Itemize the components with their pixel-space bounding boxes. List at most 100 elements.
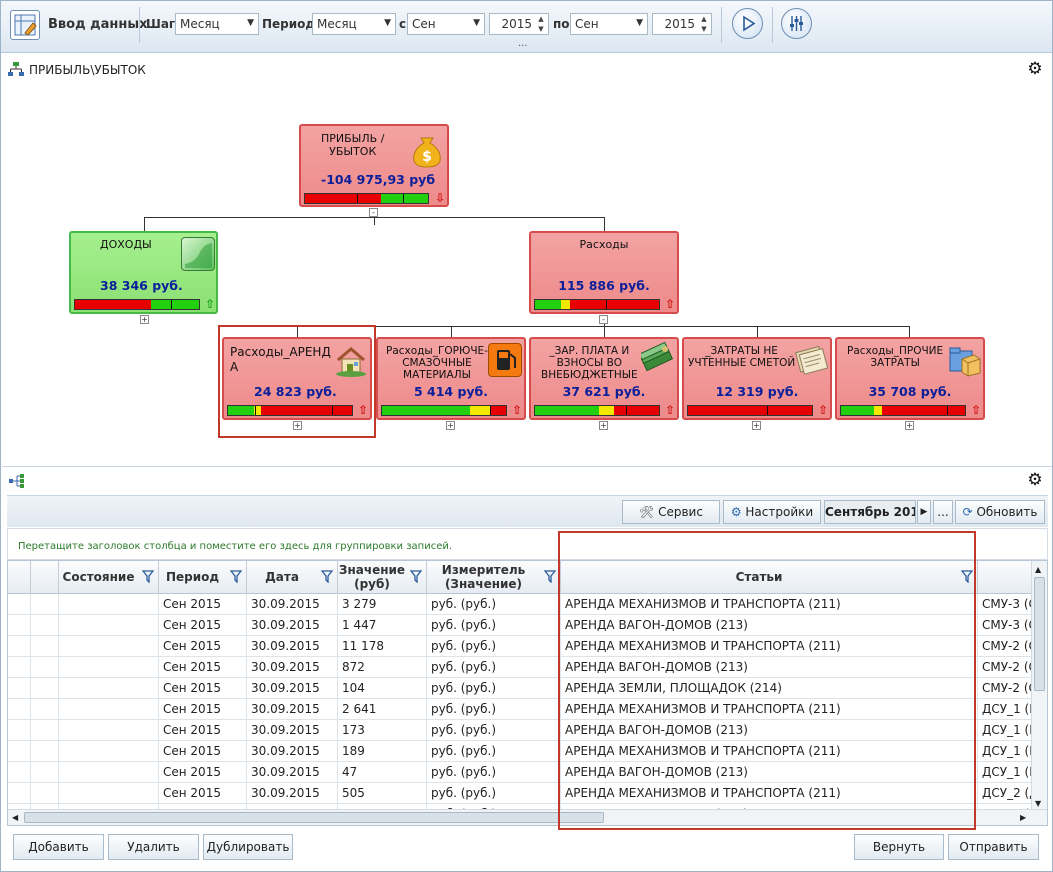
org-cell[interactable]: СМУ-2 (С — [978, 636, 1032, 657]
org-cell[interactable]: ДСУ_1 (И — [978, 699, 1032, 720]
step-select[interactable]: Месяц ▼ — [175, 13, 259, 35]
org-cell[interactable]: ДСУ_1 (И — [978, 720, 1032, 741]
article-cell[interactable]: АРЕНДА ВАГОН-ДОМОВ (213) — [561, 720, 978, 741]
value-cell[interactable]: 3 279 — [338, 594, 427, 615]
column-header-status[interactable]: Состояние — [59, 561, 159, 594]
unit-cell[interactable]: руб. (руб.) — [427, 657, 561, 678]
node-profit-loss[interactable]: ПРИБЫЛЬ / УБЫТОК $ -104 975,93 руб ⇩ — [299, 124, 449, 207]
to-year-spinner[interactable]: 2015 ▲ ▼ — [652, 13, 712, 35]
select-cell[interactable] — [31, 783, 59, 804]
value-cell[interactable]: 872 — [338, 657, 427, 678]
collapse-toggle[interactable]: - — [369, 208, 378, 217]
article-cell[interactable]: АРЕНДА МЕХАНИЗМОВ И ТРАНСПОРТА (211) — [561, 741, 978, 762]
row-indicator-cell[interactable] — [8, 678, 31, 699]
scroll-thumb[interactable] — [1034, 577, 1045, 691]
row-indicator-cell[interactable] — [8, 657, 31, 678]
panel-divider[interactable] — [2, 466, 1052, 467]
date-cell[interactable]: 30.09.2015 — [247, 678, 338, 699]
value-cell[interactable]: 189 — [338, 741, 427, 762]
table-row[interactable]: Сен 2015 30.09.2015 505 руб. (руб.) АРЕНДА М… — [8, 783, 1047, 804]
filter-icon[interactable] — [142, 570, 154, 583]
scroll-thumb[interactable] — [24, 812, 604, 823]
settings-button[interactable]: ⚙ Настройки — [723, 500, 821, 524]
period-cell[interactable]: Сен 2015 — [159, 657, 247, 678]
node-rent[interactable]: Расходы_АРЕНД А 24 823 руб. ⇧ — [222, 337, 372, 420]
column-header-period[interactable]: Период — [159, 561, 247, 594]
unit-cell[interactable]: руб. (руб.) — [427, 699, 561, 720]
data-entry-icon[interactable] — [10, 10, 40, 40]
delete-button[interactable]: Удалить — [108, 834, 199, 860]
date-cell[interactable]: 30.09.2015 — [247, 741, 338, 762]
tab-scroll-right[interactable]: ▶ — [917, 500, 931, 524]
table-row[interactable]: Сен 2015 30.09.2015 3 279 руб. (руб.) АРЕНДА… — [8, 594, 1047, 615]
table-row[interactable]: Сен 2015 30.09.2015 1 447 руб. (руб.) АРЕНДА… — [8, 615, 1047, 636]
org-cell[interactable]: СМУ-2 (С — [978, 678, 1032, 699]
column-header-value[interactable]: Значение (руб) — [338, 561, 427, 594]
expand-toggle[interactable]: + — [446, 421, 455, 430]
refresh-button[interactable]: ⟳ Обновить — [955, 500, 1045, 524]
filter-icon[interactable] — [961, 570, 973, 583]
from-year-spinner[interactable]: 2015 ▲ ▼ — [489, 13, 549, 35]
unit-cell[interactable]: руб. (руб.) — [427, 594, 561, 615]
select-cell[interactable] — [31, 741, 59, 762]
period-cell[interactable]: Сен 2015 — [159, 741, 247, 762]
node-other[interactable]: Расходы_ПРОЧИЕ ЗАТРАТЫ 35 708 руб. ⇧ — [835, 337, 985, 420]
spinner-arrows-icon[interactable]: ▲ ▼ — [535, 14, 547, 34]
collapse-toggle[interactable]: - — [599, 315, 608, 324]
row-indicator-cell[interactable] — [8, 741, 31, 762]
period-cell[interactable]: Сен 2015 — [159, 699, 247, 720]
status-cell[interactable] — [59, 615, 159, 636]
org-cell[interactable]: СМУ-3 (С — [978, 594, 1032, 615]
unit-cell[interactable]: руб. (руб.) — [427, 741, 561, 762]
expand-toggle[interactable]: + — [752, 421, 761, 430]
row-indicator-cell[interactable] — [8, 720, 31, 741]
period-select[interactable]: Месяц ▼ — [312, 13, 396, 35]
select-cell[interactable] — [31, 636, 59, 657]
status-cell[interactable] — [59, 720, 159, 741]
scroll-down-icon[interactable]: ▼ — [1035, 799, 1041, 808]
org-cell[interactable]: ДСУ_1 (И — [978, 741, 1032, 762]
status-cell[interactable] — [59, 594, 159, 615]
node-fuel[interactable]: Расходы_ГОРЮЧЕ- СМАЗОЧНЫЕ МАТЕРИАЛЫ 5 41… — [376, 337, 526, 420]
value-cell[interactable]: 505 — [338, 783, 427, 804]
select-cell[interactable] — [31, 594, 59, 615]
status-cell[interactable] — [59, 762, 159, 783]
play-button[interactable] — [732, 8, 763, 39]
select-column-header[interactable] — [31, 561, 59, 594]
filter-icon[interactable] — [410, 570, 422, 583]
select-cell[interactable] — [31, 699, 59, 720]
unit-cell[interactable]: руб. (руб.) — [427, 636, 561, 657]
vertical-scrollbar[interactable]: ▲ ▼ — [1031, 561, 1047, 811]
unit-cell[interactable]: руб. (руб.) — [427, 783, 561, 804]
more-button[interactable]: ... — [933, 500, 953, 524]
period-tab[interactable]: Сентябрь 2015 — [824, 500, 916, 524]
status-cell[interactable] — [59, 783, 159, 804]
filter-icon[interactable] — [230, 570, 242, 583]
column-header-org[interactable] — [978, 561, 1032, 594]
period-cell[interactable]: Сен 2015 — [159, 762, 247, 783]
gear-icon[interactable]: ⚙ — [1026, 60, 1044, 78]
scroll-up-icon[interactable]: ▲ — [1035, 565, 1041, 574]
unit-cell[interactable]: руб. (руб.) — [427, 615, 561, 636]
article-cell[interactable]: АРЕНДА МЕХАНИЗМОВ И ТРАНСПОРТА (211) — [561, 594, 978, 615]
row-indicator-cell[interactable] — [8, 762, 31, 783]
toolbar-grip[interactable]: ··· — [518, 41, 528, 52]
unit-cell[interactable]: руб. (руб.) — [427, 720, 561, 741]
status-cell[interactable] — [59, 636, 159, 657]
table-row[interactable]: Сен 2015 30.09.2015 189 руб. (руб.) АРЕНДА М… — [8, 741, 1047, 762]
row-indicator-cell[interactable] — [8, 783, 31, 804]
period-cell[interactable]: Сен 2015 — [159, 678, 247, 699]
org-cell[interactable]: ДСУ_2 (Д — [978, 783, 1032, 804]
service-button[interactable]: 🛠 Сервис — [622, 500, 720, 524]
date-cell[interactable]: 30.09.2015 — [247, 720, 338, 741]
to-month-select[interactable]: Сен ▼ — [570, 13, 648, 35]
node-unplanned[interactable]: _ЗАТРАТЫ НЕ УЧТЕННЫЕ СМЕТОЙ 12 319 руб. … — [682, 337, 832, 420]
scroll-right-icon[interactable]: ▶ — [1020, 813, 1026, 822]
article-cell[interactable]: АРЕНДА ВАГОН-ДОМОВ (213) — [561, 657, 978, 678]
group-by-area[interactable]: Перетащите заголовок столбца и поместите… — [7, 528, 1048, 560]
row-indicator-cell[interactable] — [8, 594, 31, 615]
column-header-unit[interactable]: Измеритель (Значение) — [427, 561, 561, 594]
add-button[interactable]: Добавить — [13, 834, 104, 860]
table-row[interactable]: Сен 2015 30.09.2015 104 руб. (руб.) АРЕНДА З… — [8, 678, 1047, 699]
scroll-left-icon[interactable]: ◀ — [12, 813, 18, 822]
